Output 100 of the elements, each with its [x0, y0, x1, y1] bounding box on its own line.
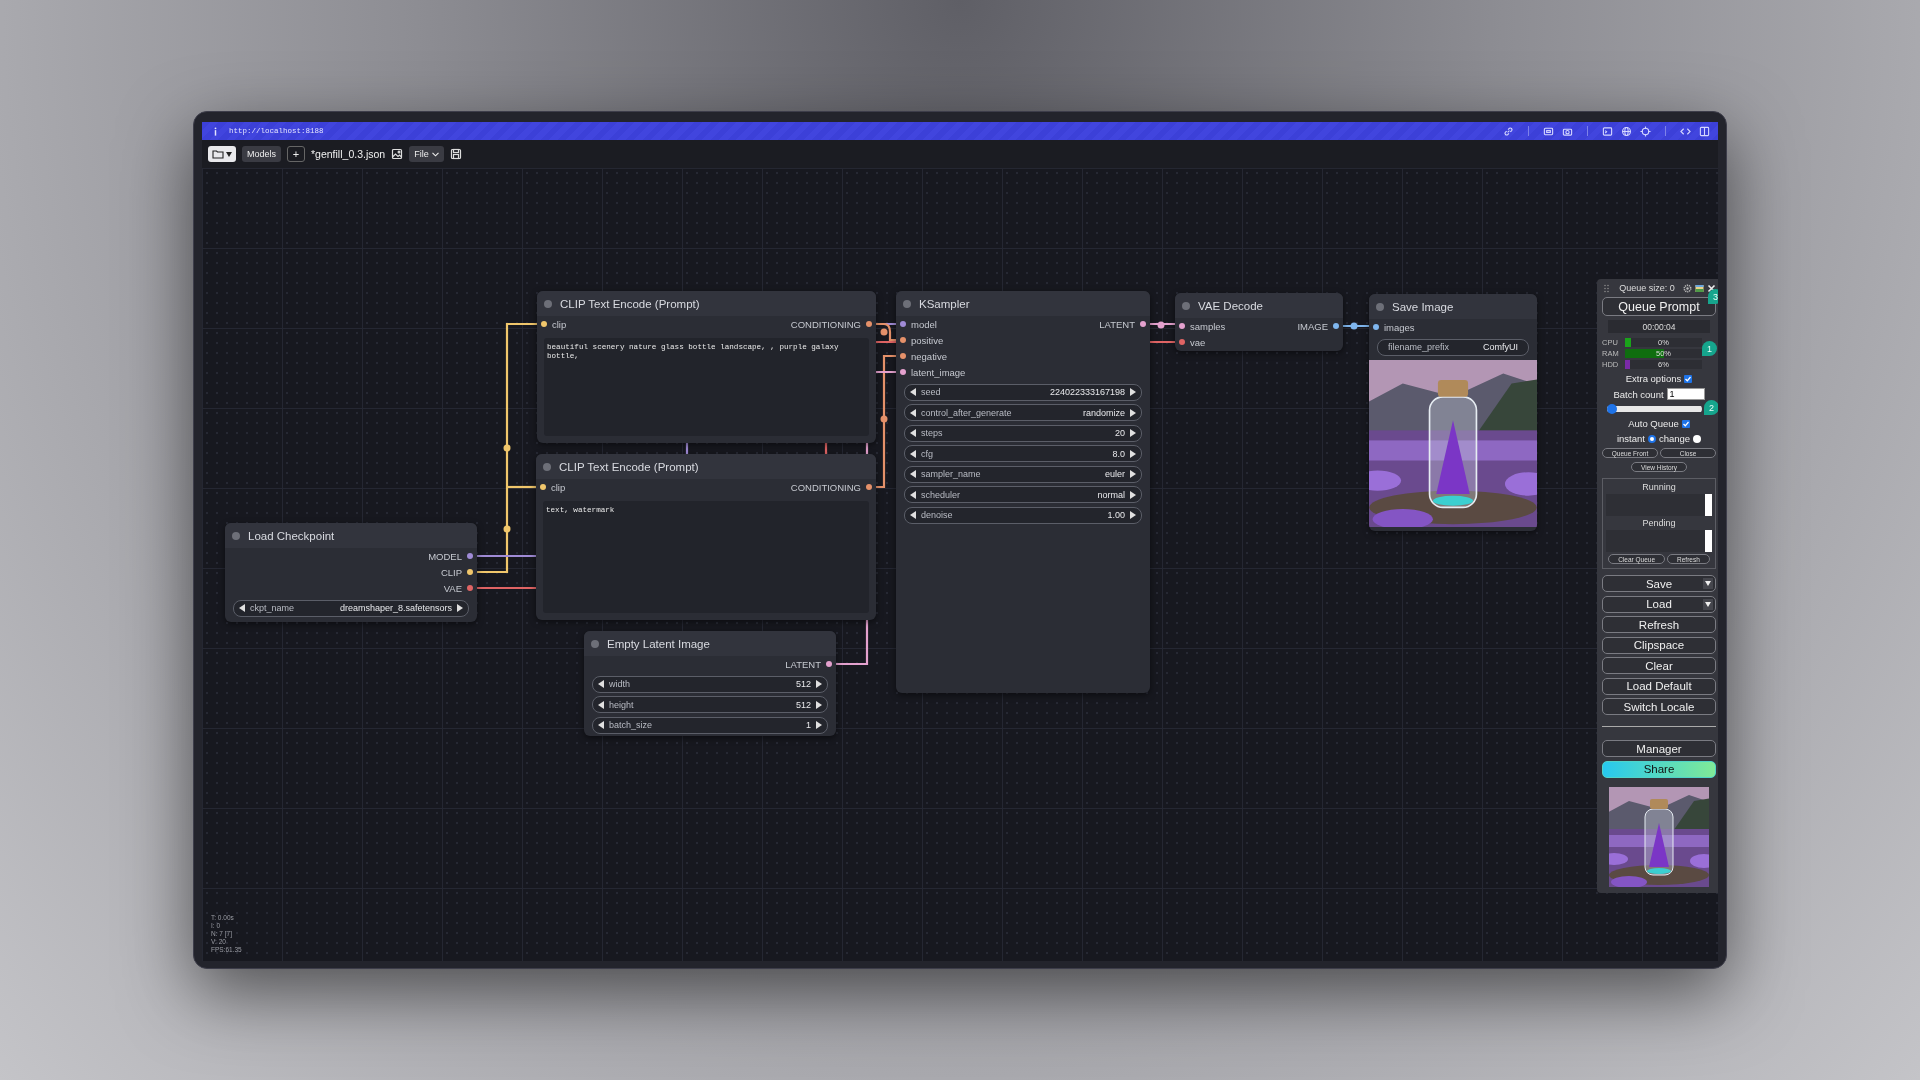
right-arrow-icon[interactable]	[1129, 429, 1136, 437]
dropdown-caret-icon[interactable]	[1703, 578, 1713, 589]
input-socket-icon[interactable]	[900, 337, 906, 343]
folder-button[interactable]	[208, 146, 236, 162]
input-socket-icon[interactable]	[1179, 323, 1185, 329]
widget-field[interactable]: filename_prefix ComfyUI	[1377, 338, 1529, 356]
models-button[interactable]: Models	[242, 146, 281, 162]
node-title-bar[interactable]: Save Image	[1369, 294, 1537, 319]
right-arrow-icon[interactable]	[1129, 449, 1136, 458]
menu-button[interactable]: Clear	[1602, 657, 1716, 674]
right-arrow-icon[interactable]	[1129, 388, 1136, 396]
save-icon[interactable]	[449, 148, 462, 160]
output-socket-icon[interactable]	[866, 321, 872, 327]
node-card[interactable]: Empty Latent Image LATENT width 512 height 512 batch_size 1	[584, 631, 836, 736]
left-arrow-icon[interactable]	[910, 511, 917, 519]
node-title-bar[interactable]: Empty Latent Image	[584, 631, 836, 656]
output-socket-icon[interactable]	[467, 585, 473, 591]
output-socket-icon[interactable]	[467, 553, 473, 559]
right-arrow-icon[interactable]	[1129, 470, 1136, 478]
input-socket-icon[interactable]	[1179, 339, 1185, 345]
radio-button[interactable]	[1693, 434, 1702, 443]
left-arrow-icon[interactable]	[910, 408, 917, 417]
radio-button[interactable]	[1647, 434, 1656, 443]
input-socket-icon[interactable]	[900, 369, 906, 375]
output-socket-icon[interactable]	[866, 484, 872, 490]
left-arrow-icon[interactable]	[598, 721, 605, 729]
widget-field[interactable]: steps 20	[904, 424, 1142, 442]
output-socket-icon[interactable]	[826, 661, 832, 667]
menu-button[interactable]: Refresh	[1602, 616, 1716, 633]
node-card[interactable]: VAE Decode samples IMAGE vae	[1175, 293, 1343, 351]
scrollbar[interactable]	[1705, 494, 1712, 516]
scrollbar[interactable]	[1705, 530, 1712, 552]
left-arrow-icon[interactable]	[239, 604, 246, 612]
menu-button[interactable]: Switch Locale	[1602, 698, 1716, 715]
widget-field[interactable]: width 512	[592, 675, 828, 693]
widget-field[interactable]: seed 224022333167198	[904, 383, 1142, 401]
dropdown-caret-icon[interactable]	[1703, 598, 1713, 610]
right-arrow-icon[interactable]	[815, 700, 822, 709]
right-arrow-icon[interactable]	[815, 680, 822, 688]
left-arrow-icon[interactable]	[910, 490, 917, 499]
input-socket-icon[interactable]	[900, 321, 906, 327]
link-icon[interactable]	[1503, 125, 1514, 137]
node-title-bar[interactable]: KSampler	[896, 291, 1150, 316]
globe-icon[interactable]	[1621, 125, 1632, 137]
menu-button[interactable]: Load	[1602, 595, 1716, 613]
node-title-bar[interactable]: Load Checkpoint	[225, 523, 477, 548]
output-socket-icon[interactable]	[467, 569, 473, 575]
menu-button[interactable]: Clipspace	[1602, 636, 1716, 654]
left-arrow-icon[interactable]	[598, 700, 605, 709]
left-arrow-icon[interactable]	[910, 449, 917, 458]
right-arrow-icon[interactable]	[1129, 408, 1136, 417]
input-socket-icon[interactable]	[1373, 324, 1379, 330]
node-title-bar[interactable]: CLIP Text Encode (Prompt)	[536, 454, 876, 479]
screen-icon[interactable]	[1543, 125, 1554, 137]
widget-field[interactable]: control_after_generate randomize	[904, 404, 1142, 421]
batch-slider[interactable]	[1607, 404, 1702, 414]
settings-icon[interactable]	[1683, 283, 1692, 293]
left-arrow-icon[interactable]	[910, 388, 917, 396]
widget-field[interactable]: ckpt_name dreamshaper_8.safetensors	[233, 599, 469, 617]
widget-field[interactable]: denoise 1.00	[904, 506, 1142, 524]
node-title-bar[interactable]: VAE Decode	[1175, 293, 1343, 318]
right-arrow-icon[interactable]	[815, 721, 822, 729]
left-arrow-icon[interactable]	[910, 429, 917, 437]
widget-field[interactable]: sampler_name euler	[904, 465, 1142, 483]
right-arrow-icon[interactable]	[1129, 490, 1136, 499]
menu-button[interactable]: Load Default	[1602, 677, 1716, 695]
crosshair-icon[interactable]	[1640, 125, 1651, 137]
widget-field[interactable]: height 512	[592, 696, 828, 713]
sidebar-icon[interactable]	[1699, 125, 1710, 137]
terminal-icon[interactable]	[1602, 125, 1613, 137]
image-icon[interactable]	[1695, 283, 1704, 293]
output-socket-icon[interactable]	[1333, 323, 1339, 329]
widget-field[interactable]: scheduler normal	[904, 486, 1142, 503]
output-socket-icon[interactable]	[1140, 321, 1146, 327]
add-button[interactable]: +	[287, 146, 305, 162]
input-socket-icon[interactable]	[900, 353, 906, 359]
widget-field[interactable]: cfg 8.0	[904, 445, 1142, 462]
menu-button[interactable]: Save	[1602, 575, 1716, 592]
image-icon[interactable]	[391, 148, 404, 160]
node-card[interactable]: Load Checkpoint MODEL CLIP VAE ckpt_name dreamshaper_8.safetensors	[225, 523, 477, 622]
workflow-name[interactable]: *genfill_0.3.json	[311, 148, 386, 160]
left-arrow-icon[interactable]	[598, 680, 605, 688]
widget-field[interactable]: batch_size 1	[592, 716, 828, 734]
drag-handle-icon[interactable]	[1602, 283, 1611, 293]
right-arrow-icon[interactable]	[1129, 511, 1136, 519]
right-arrow-icon[interactable]	[456, 604, 463, 612]
node-title: Save Image	[1392, 300, 1454, 313]
input-socket-icon[interactable]	[540, 484, 546, 490]
node-title-bar[interactable]: CLIP Text Encode (Prompt)	[537, 291, 876, 316]
manager-button[interactable]: Manager	[1602, 740, 1716, 757]
left-arrow-icon[interactable]	[910, 470, 917, 478]
share-button[interactable]: Share	[1602, 760, 1716, 778]
checkbox[interactable]	[1681, 419, 1690, 428]
batch-count-field[interactable]: 1	[1666, 388, 1705, 400]
slider-thumb[interactable]	[1607, 404, 1617, 414]
checkbox[interactable]	[1684, 374, 1693, 383]
node-card[interactable]: Save Image images filename_prefix ComfyUI	[1369, 294, 1537, 531]
node-card[interactable]: KSampler model LATENT positive negative latent_image seed 224022333167198 control_after_generate randomize steps 20 cfg 8.0 sampler_name euler scheduler normal denoise 1.00	[896, 291, 1150, 693]
file-menu-button[interactable]: File	[409, 146, 444, 162]
input-socket-icon[interactable]	[541, 321, 547, 327]
